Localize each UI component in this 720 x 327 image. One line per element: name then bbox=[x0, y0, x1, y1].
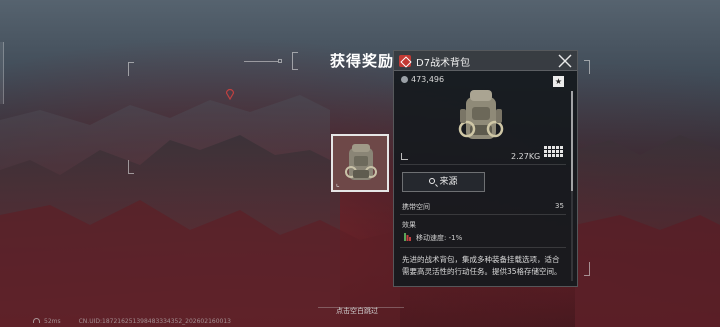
rarity-diamond-icon bbox=[399, 55, 411, 67]
reward-title: 获得奖励 bbox=[330, 52, 395, 70]
status-footer: 52ms CN.UID:187216251398483334352_2026021… bbox=[33, 318, 231, 325]
left-edge-tab bbox=[0, 42, 4, 104]
price-row: 473,496 bbox=[401, 75, 444, 84]
hud-line bbox=[244, 61, 278, 62]
capacity-value: 35 bbox=[555, 202, 564, 210]
item-price: 473,496 bbox=[411, 75, 445, 84]
source-button[interactable]: 来源 bbox=[402, 172, 485, 192]
hud-bracket bbox=[292, 52, 298, 70]
item-name: D7战术背包 bbox=[416, 58, 471, 69]
ping-value: 52ms bbox=[44, 318, 61, 325]
tap-blank-hint[interactable]: 点击空白跳过 bbox=[336, 306, 378, 316]
effect-text: 移动速度: -1% bbox=[416, 234, 463, 242]
capacity-label: 携带空间 bbox=[402, 203, 430, 211]
effect-label: 效果 bbox=[402, 221, 416, 229]
hud-bracket bbox=[128, 62, 134, 76]
reward-item-slot[interactable]: ⌞ bbox=[331, 134, 389, 192]
wifi-icon bbox=[33, 318, 40, 323]
expand-corner-icon bbox=[401, 153, 408, 160]
hud-bracket bbox=[128, 160, 134, 174]
panel-scrollbar[interactable] bbox=[571, 91, 573, 281]
user-id: CN.UID:187216251398483334352_20260216001… bbox=[78, 318, 231, 325]
search-icon bbox=[429, 178, 436, 184]
scroll-thumb[interactable] bbox=[571, 91, 573, 191]
divider bbox=[400, 164, 566, 165]
speed-debuff-icon bbox=[404, 233, 411, 241]
divider bbox=[400, 214, 566, 215]
item-detail-panel: D7战术背包 473,496 ★ 2.27KG 来源 携带空间 35 效果 移动… bbox=[393, 50, 578, 287]
star-icon[interactable]: ★ bbox=[553, 76, 564, 87]
divider bbox=[400, 247, 566, 248]
expand-corner-icon: ⌞ bbox=[336, 179, 340, 188]
hud-bracket bbox=[584, 262, 590, 276]
inventory-grid-icon bbox=[544, 146, 563, 157]
close-icon[interactable] bbox=[557, 53, 573, 69]
hud-bracket bbox=[584, 60, 590, 74]
panel-header: D7战术背包 bbox=[394, 51, 577, 71]
source-button-label: 来源 bbox=[439, 177, 458, 187]
hud-marker bbox=[278, 59, 282, 63]
item-weight: 2.27KG bbox=[511, 152, 541, 161]
backpack-icon bbox=[345, 144, 377, 180]
coin-icon bbox=[401, 76, 408, 83]
item-description: 先进的战术背包，集成多种装备挂载选项，适合需要高灵活性的行动任务。提供35格存储… bbox=[402, 255, 562, 276]
map-pin-icon bbox=[225, 88, 235, 100]
backpack-icon bbox=[458, 90, 504, 139]
